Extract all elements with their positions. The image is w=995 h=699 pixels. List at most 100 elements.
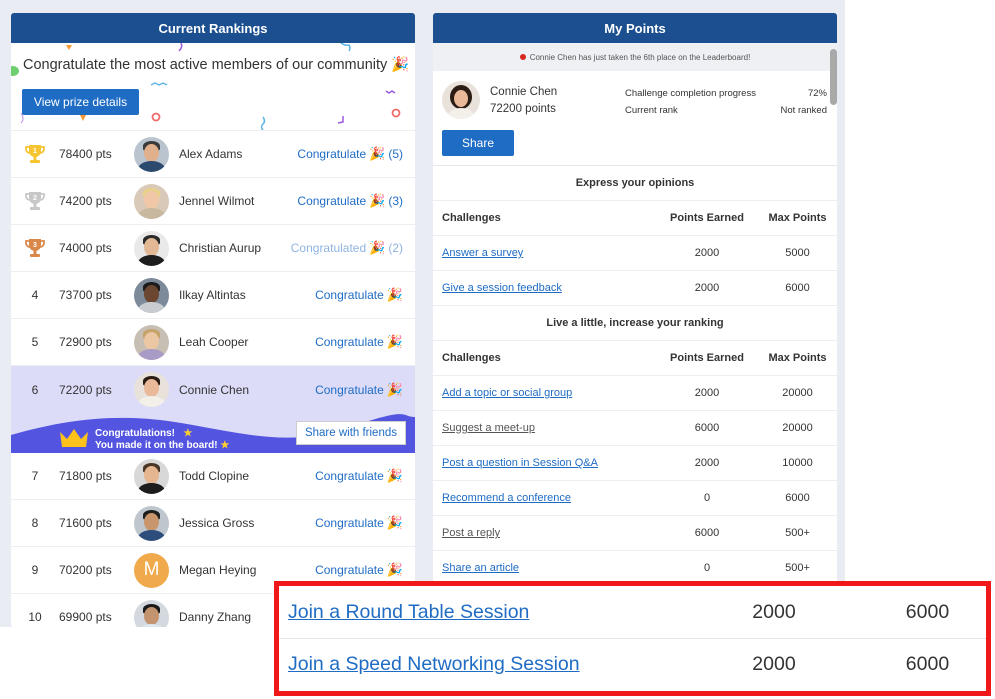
challenge-row: Answer a survey 2000 5000 [433,236,837,271]
avatar[interactable] [134,183,169,219]
max-points: 500+ [785,562,810,574]
challenge-link[interactable]: Add a topic or social group [442,387,572,399]
challenge-link[interactable]: Share an article [442,562,519,574]
party-popper-icon: 🎉 [386,515,403,530]
challenge-link[interactable]: Give a session feedback [442,282,562,294]
challenge-table-header: Challenges Points Earned Max Points [433,341,837,376]
max-points: 20000 [782,422,813,434]
member-name[interactable]: Connie Chen [179,383,315,397]
member-name[interactable]: Alex Adams [179,147,297,161]
ranking-row: 7 71800 pts Todd Clopine Congratulate 🎉 [11,453,415,500]
congratulate-label: Congratulate [315,516,384,530]
ranking-points: 74200 pts [59,194,112,208]
ranking-points: 71800 pts [59,469,112,483]
congratulations-banner: Congratulations! ★ You made it on the bo… [11,413,415,453]
column-header-challenges: Challenges [442,212,501,224]
gold-trophy-icon: 1 [11,143,59,165]
challenge-link[interactable]: Recommend a conference [442,492,571,504]
congratulate-label: Congratulate [297,147,367,161]
congratulate-button[interactable]: Congratulate 🎉 [315,382,403,398]
points-earned: 2000 [752,600,796,623]
rank-number: 4 [31,288,39,302]
member-name[interactable]: Todd Clopine [179,469,315,483]
congratulate-button[interactable]: Congratulate 🎉 (5) [297,146,403,162]
max-points: 6000 [785,492,810,504]
silver-trophy-icon: 2 [11,190,59,212]
congratulate-button[interactable]: Congratulate 🎉 [315,515,403,531]
party-popper-icon: 🎉 [386,334,403,349]
ranking-row: 8 71600 pts Jessica Gross Congratulate 🎉 [11,500,415,547]
congratulate-button[interactable]: Congratulate 🎉 [315,562,403,578]
section-title: Express your opinions [433,166,837,201]
ranking-row: 2 74200 pts Jennel Wilmot Congratulate 🎉 (3) [11,178,415,225]
progress-label: Challenge completion progress [625,88,756,99]
avatar[interactable] [134,458,169,494]
my-points-panel: My Points Connie Chen has just taken the… [433,13,837,627]
points-earned: 0 [703,492,711,504]
rankings-list: 1 78400 pts Alex Adams Congratulate 🎉 (5) 2 742… [11,131,415,627]
current-rankings-panel: Current Rankings Congratulate the most a… [11,13,415,627]
share-button[interactable]: Share [442,130,514,156]
challenge-link[interactable]: Suggest a meet-up [442,422,535,434]
points-earned: 2000 [694,457,720,469]
congratulate-button[interactable]: Congratulate 🎉 [315,468,403,484]
points-earned: 0 [703,562,711,574]
challenge-link[interactable]: Post a reply [442,527,500,539]
challenge-row: Recommend a conference 0 6000 [433,481,837,516]
challenge-row: Suggest a meet-up 6000 20000 [433,411,837,446]
challenge-row: Post a reply 6000 500+ [433,516,837,551]
column-header-challenges: Challenges [442,352,501,364]
rank-number: 9 [31,563,39,577]
challenge-link-round-table[interactable]: Join a Round Table Session [288,601,529,623]
member-name[interactable]: Megan Heying [179,563,315,577]
rankings-header: Current Rankings [11,13,415,43]
congratulated-button[interactable]: Congratulated 🎉 (2) [291,240,403,256]
member-name[interactable]: Jennel Wilmot [179,194,297,208]
leaderboard-notice: Connie Chen has just taken the 6th place… [433,43,837,71]
points-earned: 2000 [694,247,720,259]
congratulate-label: Congratulate [315,469,384,483]
avatar[interactable] [134,324,169,360]
party-popper-icon: 🎉 [369,193,386,208]
avatar[interactable] [134,277,169,313]
avatar[interactable] [134,230,169,266]
rank-value: Not ranked [780,105,827,116]
congratulate-button[interactable]: Congratulate 🎉 (3) [297,193,403,209]
rank-number: 7 [31,469,39,483]
column-header-max-points: Max Points [768,212,827,224]
avatar[interactable]: M [134,552,169,588]
challenge-row: Post a question in Session Q&A 2000 10000 [433,446,837,481]
avatar[interactable] [134,372,169,407]
banner-text: Congratulations! ★ You made it on the bo… [95,428,230,451]
avatar[interactable] [134,599,169,627]
ranking-row: 1 78400 pts Alex Adams Congratulate 🎉 (5) [11,131,415,178]
challenge-link[interactable]: Answer a survey [442,247,523,259]
ranking-row: 4 73700 pts Ilkay Altintas Congratulate 🎉 [11,272,415,319]
party-popper-icon: 🎉 [369,240,386,255]
challenge-link[interactable]: Post a question in Session Q&A [442,457,598,469]
svg-text:3: 3 [33,242,37,249]
challenge-link-speed-networking[interactable]: Join a Speed Networking Session [288,653,580,675]
member-name[interactable]: Christian Aurup [179,241,291,255]
avatar[interactable] [134,136,169,172]
congratulate-button[interactable]: Congratulate 🎉 [315,334,403,350]
view-prize-details-button[interactable]: View prize details [22,89,139,115]
avatar[interactable] [134,505,169,541]
zoom-callout: Join a Round Table Session 2000 6000 Joi… [274,581,991,696]
profile-name: Connie Chen [490,86,558,98]
member-name[interactable]: Jessica Gross [179,516,315,530]
points-earned: 2000 [752,653,796,675]
column-header-max-points: Max Points [768,352,827,364]
callout-row: Join a Round Table Session 2000 6000 [279,586,986,638]
rankings-intro: Congratulate the most active members of … [11,43,415,131]
ranking-row: 3 74000 pts Christian Aurup Congratulated 🎉(… [11,225,415,272]
ranking-points: 78400 pts [59,147,112,161]
scrollbar[interactable] [830,49,837,105]
member-name[interactable]: Leah Cooper [179,335,315,349]
max-points: 6000 [785,282,810,294]
congratulate-button[interactable]: Congratulate 🎉 [315,287,403,303]
share-with-friends-button[interactable]: Share with friends [295,421,406,445]
my-points-header: My Points [433,13,837,43]
column-header-points-earned: Points Earned [670,212,744,224]
member-name[interactable]: Ilkay Altintas [179,288,315,302]
